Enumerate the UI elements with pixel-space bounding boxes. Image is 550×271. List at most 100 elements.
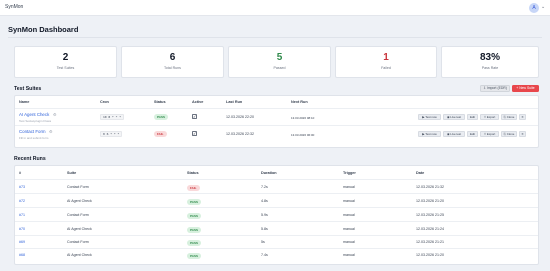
col-name: Name <box>19 100 30 104</box>
export-button[interactable]: ⇧ Export <box>480 131 499 137</box>
status-badge: FAIL <box>187 184 200 191</box>
run-trigger: manual <box>343 253 355 257</box>
status-badge: PASS <box>187 239 201 246</box>
run-suite: Contact Form <box>67 185 89 189</box>
run-duration: 7.2s <box>261 185 268 189</box>
run-id-link[interactable]: #73 <box>19 185 25 189</box>
live-test-button[interactable]: ◉ Live test <box>443 114 465 120</box>
header-divider <box>15 179 538 180</box>
run-duration: 5.9s <box>261 213 268 217</box>
live-test-button[interactable]: ◉ Live test <box>443 131 465 137</box>
delete-button[interactable]: ✕ <box>519 114 526 120</box>
cron-expression: 10 8 * * * <box>100 114 125 120</box>
stat-card-test-suites: 2 Test Suites <box>14 46 117 78</box>
status-badge: PASS <box>187 212 201 219</box>
stat-label: Pass Rate <box>481 66 499 70</box>
avatar[interactable]: A <box>529 3 539 13</box>
run-date: 12.03.2026 21:20 <box>416 253 444 257</box>
stat-label: Total Runs <box>164 66 181 70</box>
clone-button[interactable]: ⎘ Clone <box>501 114 517 120</box>
stat-value: 1 <box>383 52 389 63</box>
run-date: 12.03.2026 21:20 <box>416 199 444 203</box>
col-id: # <box>19 171 22 175</box>
test-now-button[interactable]: ▶ Test now <box>418 114 441 120</box>
recent-runs-table: # Suite Status Duration Trigger Date #73… <box>14 165 539 265</box>
import-button[interactable]: ⇩ Import (EDR) <box>480 85 510 92</box>
stat-label: Passed <box>273 66 286 70</box>
row-divider <box>15 235 538 236</box>
col-date: Date <box>416 171 425 175</box>
stat-card-passed: 5 Passed <box>228 46 331 78</box>
col-duration: Duration <box>261 171 277 175</box>
run-id-link[interactable]: #72 <box>19 199 25 203</box>
row-divider <box>15 221 538 222</box>
col-trigger: Trigger <box>343 171 356 175</box>
status-badge: PASS <box>187 198 201 205</box>
run-date: 12.03.2026 21:32 <box>416 185 444 189</box>
run-id-link[interactable]: #69 <box>19 240 25 244</box>
stat-label: Test Suites <box>56 66 75 70</box>
new-suite-button[interactable]: + New Suite <box>512 85 539 92</box>
stat-value: 5 <box>276 52 283 63</box>
active-checkbox[interactable]: ✓ <box>192 131 197 136</box>
run-id-link[interactable]: #71 <box>19 213 25 217</box>
top-bar: SynMon A ⌄ <box>0 0 550 16</box>
run-suite: Contact Form <box>67 240 89 244</box>
run-duration: 7.4s <box>261 253 268 257</box>
run-id-link[interactable]: #70 <box>19 227 25 231</box>
suite-subtitle: Fill in and submit form <box>19 136 49 140</box>
chevron-down-icon[interactable]: ⌄ <box>541 4 545 10</box>
run-duration: 4.8s <box>261 199 268 203</box>
edit-button[interactable]: Edit <box>467 131 478 137</box>
title-divider <box>8 37 542 38</box>
col-status: Status <box>187 171 199 175</box>
suite-name-link[interactable]: Contact Form <box>19 129 46 134</box>
test-now-button[interactable]: ▶ Test now <box>418 131 441 137</box>
stat-value: 2 <box>62 52 69 63</box>
stat-card-failed: 1 Failed <box>335 46 437 78</box>
delete-button[interactable]: ✕ <box>519 131 526 137</box>
run-suite: Contact Form <box>67 213 89 217</box>
active-checkbox[interactable]: ✓ <box>192 114 197 119</box>
stat-value: 6 <box>169 52 176 63</box>
last-run: 12.03.2026 22:32 <box>226 132 254 136</box>
gear-icon[interactable]: ⚙ <box>53 112 56 117</box>
run-trigger: manual <box>343 199 355 203</box>
cron-expression: 0 6 * * * <box>100 131 123 137</box>
export-button[interactable]: ⇧ Export <box>480 114 499 120</box>
run-duration: 5s <box>261 240 265 244</box>
run-date: 12.03.2026 21:24 <box>416 227 444 231</box>
run-trigger: manual <box>343 240 355 244</box>
run-duration: 5.8s <box>261 227 268 231</box>
edit-button[interactable]: Edit <box>467 114 478 120</box>
next-run: 13.03.2026 06:00 <box>291 132 315 137</box>
page-title: SynMon Dashboard <box>8 25 79 34</box>
stat-value: 83% <box>479 52 500 63</box>
col-suite: Suite <box>67 171 77 175</box>
run-id-link[interactable]: #68 <box>19 253 25 257</box>
row-divider <box>15 207 538 208</box>
run-suite: AI Agent Check <box>67 199 92 203</box>
gear-icon[interactable]: ⚙ <box>49 129 52 134</box>
col-next-run: Next Run <box>291 100 308 104</box>
brand-name[interactable]: SynMon <box>5 4 23 10</box>
suite-subtitle: Test Social-plugin Flows <box>19 119 52 123</box>
test-suites-title: Test Suites <box>14 86 42 92</box>
run-trigger: manual <box>343 185 355 189</box>
run-trigger: manual <box>343 213 355 217</box>
last-run: 12.03.2026 22:20 <box>226 115 254 119</box>
stat-label: Failed <box>381 66 391 70</box>
run-suite: AI Agent Check <box>67 253 92 257</box>
row-divider <box>15 193 538 194</box>
run-suite: AI Agent Check <box>67 227 92 231</box>
header-divider <box>15 108 538 109</box>
col-active: Active <box>192 100 204 104</box>
col-cron: Cron <box>100 100 109 104</box>
status-badge: FAIL <box>154 131 167 137</box>
suite-name-link[interactable]: AI Agent Check <box>19 112 49 117</box>
clone-button[interactable]: ⎘ Clone <box>501 131 517 137</box>
row-divider <box>15 248 538 249</box>
next-run: 13.03.2026 08:10 <box>291 115 315 120</box>
stat-card-total-runs: 6 Total Runs <box>121 46 224 78</box>
run-date: 12.03.2026 21:25 <box>416 213 444 217</box>
